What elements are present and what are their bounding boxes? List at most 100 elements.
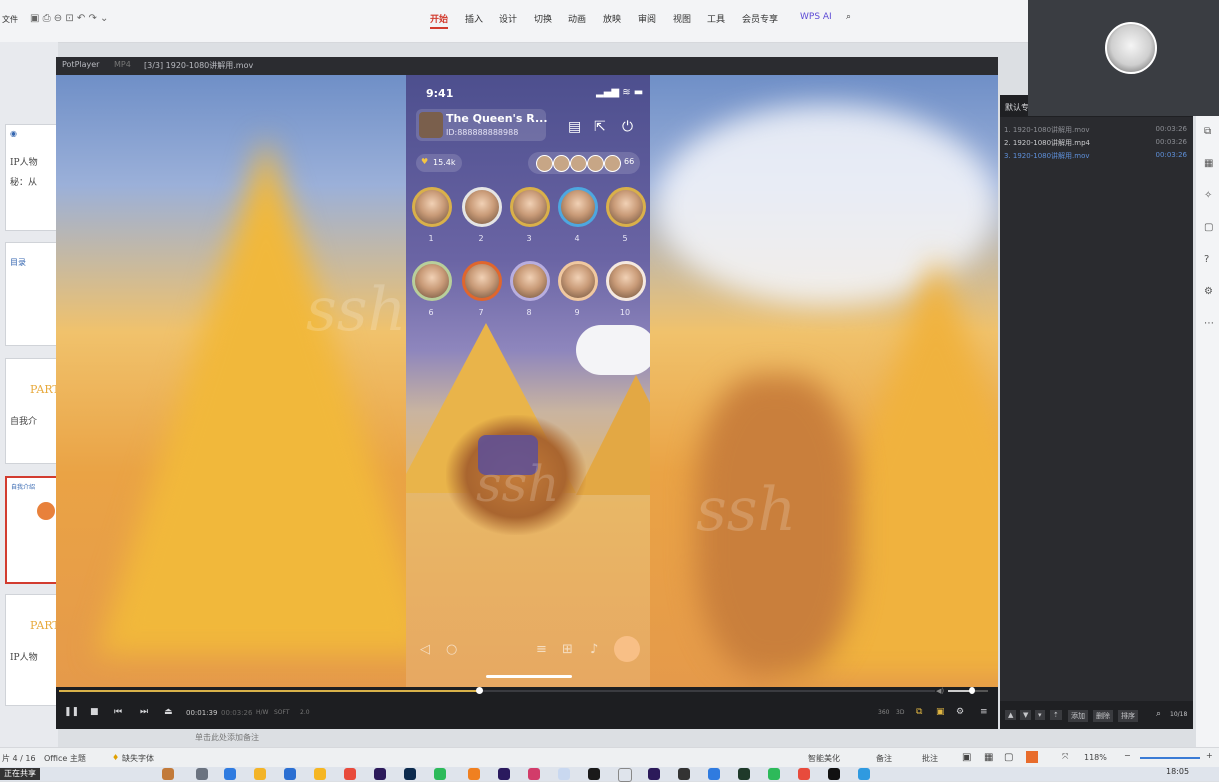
zoom-out-icon[interactable]: − bbox=[1124, 751, 1131, 760]
app-icon[interactable] bbox=[648, 768, 660, 780]
playlist-down-button[interactable]: ▼ bbox=[1020, 710, 1032, 720]
app-icon[interactable] bbox=[678, 768, 690, 780]
app-icon[interactable] bbox=[798, 768, 810, 780]
app-icon[interactable] bbox=[708, 768, 720, 780]
tab-design[interactable]: 设计 bbox=[499, 12, 517, 25]
app-icon[interactable] bbox=[224, 768, 236, 780]
slide-thumbnail-4-selected[interactable]: 自我介绍 bbox=[5, 476, 61, 584]
seat-avatar[interactable] bbox=[412, 187, 452, 227]
app-icon[interactable] bbox=[828, 768, 840, 780]
photoshop-icon[interactable] bbox=[404, 768, 416, 780]
app-icon[interactable] bbox=[162, 768, 174, 780]
play-slideshow-button[interactable] bbox=[1026, 751, 1038, 763]
playlist-top-button[interactable]: ⇡ bbox=[1050, 710, 1062, 720]
seat-avatar[interactable] bbox=[510, 261, 550, 301]
zoom-in-icon[interactable]: + bbox=[1206, 751, 1213, 760]
comments-button[interactable]: 批注 bbox=[922, 753, 938, 764]
sharing-indicator[interactable]: 正在共享 bbox=[0, 768, 40, 780]
zoom-level[interactable]: 118% bbox=[1084, 753, 1107, 762]
playlist-item-current[interactable]: 3. 1920-1080讲解用.mov 00:03:26 bbox=[1004, 151, 1189, 163]
search-icon[interactable]: ⌕ bbox=[846, 12, 851, 22]
smart-beautify-button[interactable]: 智能美化 bbox=[808, 753, 840, 764]
tab-transition[interactable]: 切换 bbox=[534, 12, 552, 25]
app-icon[interactable] bbox=[618, 768, 632, 782]
seat-avatar[interactable] bbox=[606, 187, 646, 227]
tab-view[interactable]: 视图 bbox=[673, 12, 691, 25]
image-icon[interactable]: ▦ bbox=[1204, 158, 1213, 169]
grid-view-icon[interactable]: ▦ bbox=[984, 752, 993, 763]
tab-slideshow[interactable]: 放映 bbox=[603, 12, 621, 25]
playlist-item[interactable]: 1. 1920-1080讲解用.mov 00:03:26 bbox=[1004, 125, 1189, 137]
magic-icon[interactable]: ✧ bbox=[1204, 190, 1212, 201]
eject-icon[interactable]: ⏏ bbox=[164, 707, 173, 717]
normal-view-icon[interactable]: ▣ bbox=[962, 752, 971, 763]
seek-handle[interactable] bbox=[476, 687, 484, 694]
gift-button[interactable] bbox=[614, 636, 640, 662]
power-icon[interactable]: ⏻ bbox=[622, 119, 633, 135]
fit-icon[interactable]: ⤧ bbox=[1062, 752, 1068, 762]
slide-thumbnail-3[interactable]: PART 自我介 bbox=[5, 358, 59, 464]
app-icon[interactable] bbox=[558, 768, 570, 780]
slide-thumbnail-1[interactable]: ◉ IP人物 秘：从 bbox=[5, 124, 59, 231]
app-icon[interactable] bbox=[196, 768, 208, 780]
app-icon[interactable] bbox=[768, 768, 780, 780]
codec-hw[interactable]: H/W bbox=[256, 709, 268, 716]
app-icon[interactable] bbox=[434, 768, 446, 780]
more-icon[interactable]: ⋯ bbox=[1204, 318, 1214, 329]
bell-icon[interactable]: ♪ bbox=[590, 642, 598, 657]
folder-icon[interactable] bbox=[254, 768, 266, 780]
tab-insert[interactable]: 插入 bbox=[465, 12, 483, 25]
chrome-icon[interactable] bbox=[344, 768, 356, 780]
seat-avatar[interactable] bbox=[558, 187, 598, 227]
app-icon[interactable] bbox=[858, 768, 870, 780]
codec-soft[interactable]: SOFT bbox=[274, 709, 290, 716]
app-icon[interactable] bbox=[738, 768, 750, 780]
clipboard-icon[interactable]: ▤ bbox=[568, 119, 581, 135]
playlist-delete-button[interactable]: 删除 bbox=[1093, 710, 1113, 722]
help-icon[interactable]: ? bbox=[1204, 254, 1209, 265]
volume-track[interactable] bbox=[948, 687, 988, 694]
viewer-list[interactable]: 66 bbox=[528, 152, 640, 174]
prev-icon[interactable]: ⏮ bbox=[114, 707, 122, 717]
mic-icon[interactable]: ○ bbox=[446, 642, 457, 657]
app-icon[interactable] bbox=[468, 768, 480, 780]
search-icon[interactable]: ⌕ bbox=[1156, 709, 1161, 719]
gamepad-icon[interactable]: ⊞ bbox=[562, 642, 573, 657]
share-icon[interactable]: ⇱ bbox=[594, 119, 606, 135]
seek-track[interactable] bbox=[59, 687, 935, 694]
audio-channels[interactable]: 2.0 bbox=[300, 709, 310, 716]
360-toggle[interactable]: 360 bbox=[878, 709, 889, 716]
playlist-order-button[interactable]: 排序 bbox=[1118, 710, 1138, 722]
app-icon[interactable] bbox=[314, 768, 326, 780]
capture-icon[interactable]: ⧉ bbox=[916, 707, 922, 717]
menu-icon[interactable]: ≡ bbox=[536, 642, 547, 657]
playlist-up-button[interactable]: ▲ bbox=[1005, 710, 1017, 720]
playlist-add-button[interactable]: 添加 bbox=[1068, 710, 1088, 722]
volume-icon[interactable]: ◀) bbox=[936, 687, 944, 695]
seek-bar[interactable]: ◀) bbox=[56, 687, 998, 695]
subtitle-icon[interactable]: ▣ bbox=[936, 707, 945, 717]
theme-label[interactable]: Office 主题 bbox=[44, 753, 86, 764]
seat-avatar[interactable] bbox=[558, 261, 598, 301]
settings-icon[interactable]: ⚙ bbox=[1204, 286, 1213, 297]
tab-member[interactable]: 会员专享 bbox=[742, 12, 778, 25]
app-icon[interactable] bbox=[284, 768, 296, 780]
playlist-item[interactable]: 2. 1920-1080讲解用.mp4 00:03:26 bbox=[1004, 138, 1189, 150]
volume-handle[interactable] bbox=[969, 687, 975, 694]
seat-avatar[interactable] bbox=[412, 261, 452, 301]
premiere-icon[interactable] bbox=[498, 768, 510, 780]
tab-animation[interactable]: 动画 bbox=[568, 12, 586, 25]
video-area[interactable]: ssh ssh 9:41 ▂▄▆ ≋ ▬ The Queen's R... ID… bbox=[56, 75, 998, 687]
player-app-name[interactable]: PotPlayer bbox=[62, 60, 99, 69]
after-effects-icon[interactable] bbox=[374, 768, 386, 780]
missing-font-label[interactable]: 缺失字体 bbox=[122, 753, 154, 764]
next-icon[interactable]: ⏭ bbox=[140, 707, 148, 717]
tab-tools[interactable]: 工具 bbox=[707, 12, 725, 25]
seat-avatar[interactable] bbox=[510, 187, 550, 227]
seat-avatar[interactable] bbox=[606, 261, 646, 301]
seat-avatar[interactable] bbox=[462, 187, 502, 227]
3d-toggle[interactable]: 3D bbox=[896, 709, 904, 716]
pause-icon[interactable]: ❚❚ bbox=[64, 707, 79, 717]
layers-icon[interactable]: ⧉ bbox=[1204, 126, 1211, 137]
slide-thumbnail-2[interactable]: 目录 bbox=[5, 242, 59, 346]
